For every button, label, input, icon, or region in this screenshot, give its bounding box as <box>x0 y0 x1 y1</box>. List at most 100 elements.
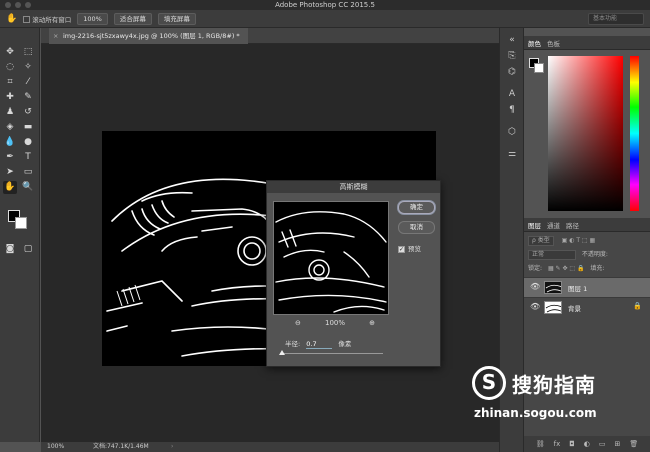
status-bar: 100% 文档:747.1K/1.46M › <box>41 442 499 452</box>
blend-row: 正常 不透明度: <box>528 250 646 260</box>
background-color-swatch[interactable] <box>15 217 27 229</box>
history-panel-icon[interactable]: ⎘ <box>506 50 518 62</box>
cancel-button[interactable]: 取消 <box>398 221 435 234</box>
dodge-tool-icon[interactable]: ● <box>21 136 35 149</box>
zoom-out-icon[interactable]: ⊖ <box>295 319 301 327</box>
fill-screen-button[interactable]: 填充屏幕 <box>157 12 196 25</box>
checkbox-icon <box>23 16 31 23</box>
hue-slider[interactable] <box>630 56 639 211</box>
pen-tool-icon[interactable]: ✒ <box>3 151 17 164</box>
tab-layers[interactable]: 图层 <box>528 220 541 230</box>
tab-color[interactable]: 颜色 <box>528 38 541 48</box>
hand-tool-preset-icon[interactable]: ✋ <box>6 14 17 24</box>
folder-icon[interactable]: ▭ <box>599 440 606 448</box>
link-icon[interactable]: ⛓ <box>536 440 545 448</box>
healing-brush-tool-icon[interactable]: ✚ <box>3 91 17 104</box>
ok-button[interactable]: 确定 <box>398 201 435 214</box>
layer-lock-icon: 🔒 <box>633 302 642 310</box>
dialog-title[interactable]: 高斯模糊 <box>267 181 440 193</box>
document-tab[interactable]: × img-2216-sjt5zxawy4x.jpg @ 100% (图层 1,… <box>49 28 248 44</box>
paragraph-panel-icon[interactable]: ¶ <box>506 104 518 116</box>
color-panel-background-swatch[interactable] <box>534 63 544 73</box>
preview-checkbox[interactable]: ✓ 预览 <box>398 243 421 253</box>
character-panel-icon[interactable]: A <box>506 88 518 100</box>
app-title: Adobe Photoshop CC 2015.5 <box>275 1 375 9</box>
preview-zoom-controls: ⊖ 100% ⊕ <box>295 319 375 327</box>
mask-icon[interactable]: ◘ <box>569 440 575 448</box>
adjustment-icon[interactable]: ◐ <box>584 440 590 448</box>
maximize-window-icon[interactable] <box>25 2 31 8</box>
status-menu-arrow-icon[interactable]: › <box>171 442 173 452</box>
trash-icon[interactable]: 🗑 <box>629 440 638 448</box>
layer-row[interactable]: 👁 图层 1 <box>524 277 650 297</box>
adjustments-panel-icon[interactable]: ⚌ <box>506 148 518 160</box>
fit-screen-button[interactable]: 适合屏幕 <box>113 12 152 25</box>
color-picker-field[interactable] <box>548 56 623 211</box>
layer-thumbnail <box>544 301 562 314</box>
radius-row: 半径: 0.7 像素 <box>285 338 351 349</box>
layer-thumbnail <box>544 281 562 294</box>
zoom-100-button[interactable]: 100% <box>77 12 108 25</box>
scroll-all-windows-checkbox[interactable]: 滚动所有窗口 <box>23 14 71 24</box>
brush-tool-icon[interactable]: ✎ <box>21 91 35 104</box>
new-layer-icon[interactable]: ⊞ <box>615 440 621 448</box>
blend-mode-dropdown[interactable]: 正常 <box>528 250 576 260</box>
marquee-tool-icon[interactable]: ⬚ <box>21 46 35 59</box>
eyedropper-tool-icon[interactable]: ⁄ <box>21 76 35 89</box>
blur-tool-icon[interactable]: 💧 <box>3 136 17 149</box>
radius-unit: 像素 <box>338 340 352 348</box>
radius-label: 半径: <box>285 340 301 348</box>
layer-filter-dropdown[interactable]: ρ 类型 <box>528 236 554 246</box>
close-tab-icon[interactable]: × <box>53 28 58 44</box>
radius-input[interactable]: 0.7 <box>306 340 333 349</box>
document-tab-title: img-2216-sjt5zxawy4x.jpg @ 100% (图层 1, R… <box>63 32 240 40</box>
sogou-watermark: S 搜狗指南 zhinan.sogou.com <box>472 366 650 426</box>
type-tool-icon[interactable]: T <box>21 151 35 164</box>
rectangle-tool-icon[interactable]: ▭ <box>21 166 35 179</box>
crop-tool-icon[interactable]: ⌗ <box>3 76 17 89</box>
screen-mode-icon[interactable]: ▢ <box>21 243 35 256</box>
properties-panel-icon[interactable]: ⌬ <box>506 66 518 78</box>
magic-wand-tool-icon[interactable]: ✧ <box>21 61 35 74</box>
options-bar: ✋ 滚动所有窗口 100% 适合屏幕 填充屏幕 基本功能 <box>0 10 650 28</box>
tab-swatches[interactable]: 色板 <box>547 38 560 48</box>
color-panel-tabs: 颜色 色板 <box>524 36 650 50</box>
history-brush-tool-icon[interactable]: ↺ <box>21 106 35 119</box>
layer-filter-row: ρ 类型 ▣ ◐ T ⬚ ▦ <box>528 236 646 246</box>
zoom-tool-icon[interactable]: 🔍 <box>21 181 35 194</box>
move-tool-icon[interactable]: ✥ <box>3 46 17 59</box>
title-bar: Adobe Photoshop CC 2015.5 <box>0 0 650 10</box>
slider-knob-icon[interactable] <box>279 350 285 355</box>
eraser-tool-icon[interactable]: ◈ <box>3 121 17 134</box>
close-window-icon[interactable] <box>5 2 11 8</box>
lock-row: 锁定: ▦ ✎ ✥ ⬚ 🔒 填充: <box>528 264 646 274</box>
fill-label: 填充: <box>590 265 605 272</box>
3d-panel-icon[interactable]: ⬡ <box>506 126 518 138</box>
quick-mask-icon[interactable]: ◙ <box>3 243 17 256</box>
tools-panel: ✥ ⬚ ◌ ✧ ⌗ ⁄ ✚ ✎ ♟ ↺ ◈ ▬ 💧 ● ✒ T ➤ ▭ ✋ 🔍 … <box>0 28 40 442</box>
watermark-title: 搜狗指南 <box>512 373 596 397</box>
lasso-tool-icon[interactable]: ◌ <box>3 61 17 74</box>
zoom-in-icon[interactable]: ⊕ <box>369 319 375 327</box>
status-zoom[interactable]: 100% <box>47 442 64 452</box>
hand-tool-icon[interactable]: ✋ <box>3 181 17 194</box>
filter-icons[interactable]: ▣ ◐ T ⬚ ▦ <box>562 237 596 244</box>
layer-row[interactable]: 👁 背景 🔒 <box>524 297 650 317</box>
fx-icon[interactable]: fx <box>554 440 561 448</box>
radius-slider[interactable] <box>279 350 383 355</box>
workspace-selector[interactable]: 基本功能 <box>588 13 644 25</box>
tab-paths[interactable]: 路径 <box>566 220 579 230</box>
blur-preview[interactable] <box>273 201 389 315</box>
tab-channels[interactable]: 通道 <box>547 220 560 230</box>
visibility-eye-icon[interactable]: 👁 <box>530 282 540 291</box>
minimize-window-icon[interactable] <box>15 2 21 8</box>
lock-icons[interactable]: ▦ ✎ ✥ ⬚ 🔒 <box>548 265 585 272</box>
path-selection-tool-icon[interactable]: ➤ <box>3 166 17 179</box>
window-controls[interactable] <box>5 2 31 8</box>
checkbox-checked-icon: ✓ <box>398 245 405 253</box>
collapse-panels-icon[interactable]: « <box>506 34 518 46</box>
gradient-tool-icon[interactable]: ▬ <box>21 121 35 134</box>
layers-panel-tabs: 图层 通道 路径 <box>524 218 650 232</box>
visibility-eye-icon[interactable]: 👁 <box>530 302 540 311</box>
clone-stamp-tool-icon[interactable]: ♟ <box>3 106 17 119</box>
